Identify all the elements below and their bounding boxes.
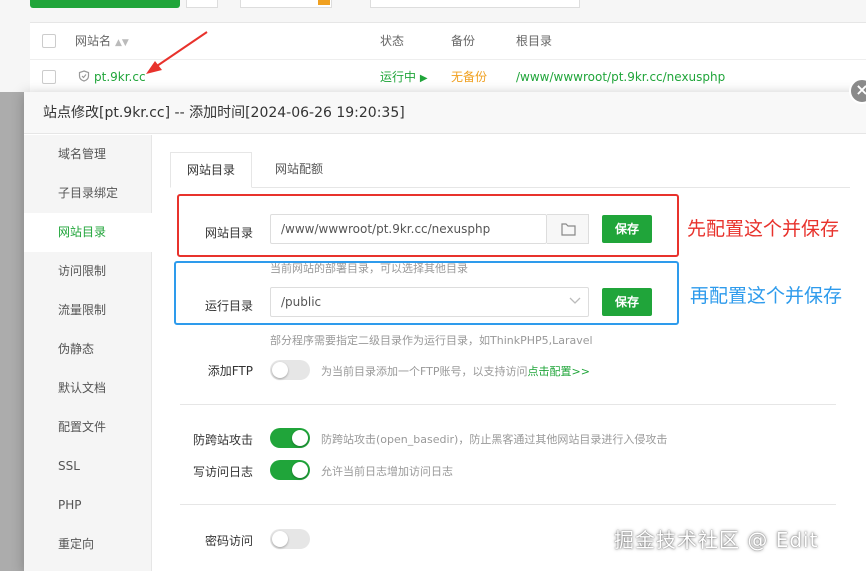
tab-site-quota[interactable]: 网站配额 — [259, 152, 339, 188]
annotation-red-box — [177, 194, 679, 257]
sidebar-item-config-file[interactable]: 配置文件 — [24, 408, 152, 447]
annotation-blue-text: 再配置这个并保存 — [690, 285, 843, 307]
anti-cross-hint: 防跨站攻击(open_basedir)，防止黑客通过其他网站目录进行入侵攻击 — [321, 433, 668, 446]
sidebar-item-php[interactable]: PHP — [24, 486, 152, 525]
background-toolbar — [0, 0, 866, 22]
add-site-button[interactable] — [30, 0, 180, 8]
toolbar-button[interactable] — [186, 0, 218, 8]
annotation-red-text: 先配置这个并保存 — [687, 218, 840, 240]
sort-icon: ▲▼ — [115, 38, 129, 48]
sidebar-item-domain[interactable]: 域名管理 — [24, 135, 152, 174]
sidebar-item-rewrite[interactable]: 伪静态 — [24, 330, 152, 369]
access-log-label: 写访问日志 — [192, 465, 253, 479]
backup-status[interactable]: 无备份 — [451, 60, 487, 94]
site-edit-dialog: 站点修改[pt.9kr.cc] -- 添加时间[2024-06-26 19:20… — [24, 92, 866, 571]
watermark: 掘金技术社区 @ Edit — [614, 528, 819, 552]
dialog-title: 站点修改[pt.9kr.cc] -- 添加时间[2024-06-26 19:20… — [43, 105, 405, 121]
access-log-hint: 允许当前日志增加访问日志 — [321, 465, 453, 478]
header-site-name[interactable]: 网站名 ▲▼ — [75, 23, 129, 59]
divider — [180, 504, 836, 505]
header-status: 状态 — [380, 34, 405, 48]
annotation-arrow-icon — [146, 31, 208, 74]
row-checkbox[interactable] — [42, 70, 56, 84]
site-name-link[interactable]: pt.9kr.cc — [78, 60, 146, 94]
sidebar-item-redirect[interactable]: 重定向 — [24, 525, 152, 564]
toolbar-button[interactable] — [370, 0, 580, 8]
select-all-checkbox[interactable] — [42, 34, 56, 48]
ftp-config-link[interactable]: 点击配置>> — [528, 365, 590, 378]
content-tabs: 网站目录 网站配额 — [170, 152, 850, 188]
sidebar-item-subdir[interactable]: 子目录绑定 — [24, 174, 152, 213]
dialog-sidebar: 域名管理 子目录绑定 网站目录 访问限制 流量限制 伪静态 默认文档 配置文件 … — [24, 135, 153, 571]
sidebar-item-ssl[interactable]: SSL — [24, 447, 152, 486]
sidebar-item-site-dir[interactable]: 网站目录 — [24, 213, 153, 252]
run-dir-hint: 部分程序需要指定二级目录作为运行目录，如ThinkPHP5,Laravel — [270, 334, 593, 347]
anti-cross-toggle[interactable] — [270, 428, 310, 448]
ftp-label: 添加FTP — [207, 364, 253, 378]
password-access-toggle[interactable] — [270, 529, 310, 549]
header-root-dir: 根目录 — [516, 34, 553, 48]
sidebar-item-access-limit[interactable]: 访问限制 — [24, 252, 152, 291]
ftp-toggle[interactable] — [270, 360, 310, 380]
anti-cross-label: 防跨站攻击 — [192, 433, 253, 447]
dialog-header: 站点修改[pt.9kr.cc] -- 添加时间[2024-06-26 19:20… — [24, 92, 866, 134]
status-running[interactable]: 运行中 ▶ — [380, 60, 428, 94]
shield-icon — [78, 70, 90, 82]
ftp-hint: 为当前目录添加一个FTP账号，以支持访问点击配置>> — [321, 365, 590, 378]
sidebar-item-default-doc[interactable]: 默认文档 — [24, 369, 152, 408]
sidebar-item-traffic-limit[interactable]: 流量限制 — [24, 291, 152, 330]
access-log-toggle[interactable] — [270, 460, 310, 480]
root-dir-link[interactable]: /www/wwwroot/pt.9kr.cc/nexusphp — [516, 60, 725, 94]
password-access-label: 密码访问 — [204, 534, 253, 548]
annotation-blue-box — [174, 261, 679, 325]
warning-icon — [318, 0, 330, 5]
play-icon: ▶ — [419, 73, 428, 84]
divider — [180, 404, 836, 405]
header-backup: 备份 — [451, 34, 476, 48]
tab-site-dir[interactable]: 网站目录 — [170, 152, 253, 188]
